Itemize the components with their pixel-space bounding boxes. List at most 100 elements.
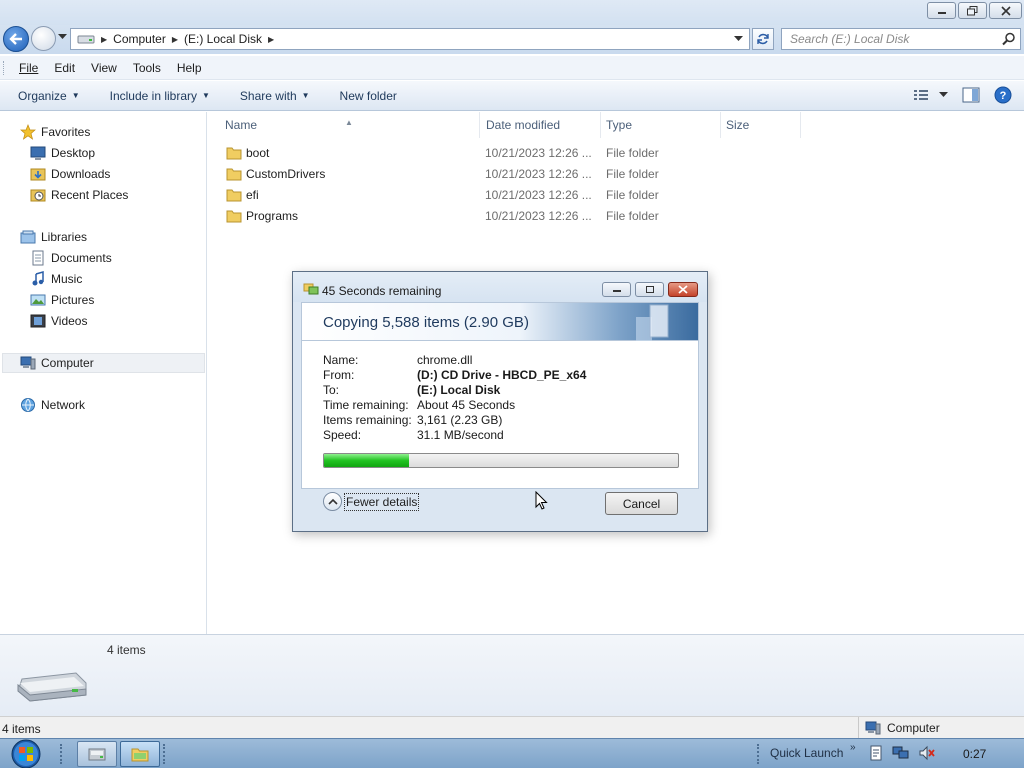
menu-edit[interactable]: Edit bbox=[43, 61, 80, 75]
fewer-details-button[interactable]: Fewer details bbox=[323, 492, 420, 511]
menu-file[interactable]: File bbox=[8, 61, 43, 75]
dialog-close-button[interactable] bbox=[668, 282, 698, 297]
file-row[interactable]: CustomDrivers 10/21/2023 12:26 ... File … bbox=[220, 164, 820, 185]
dialog-title: 45 Seconds remaining bbox=[322, 284, 442, 298]
menu-file-label: File bbox=[19, 60, 39, 75]
nav-music-label: Music bbox=[51, 272, 83, 286]
dialog-minimize-button[interactable] bbox=[602, 282, 631, 297]
forward-button[interactable] bbox=[31, 26, 56, 51]
network-icon bbox=[21, 398, 35, 412]
nav-pictures-label: Pictures bbox=[51, 293, 95, 307]
file-name: efi bbox=[246, 188, 259, 202]
chevron-up-icon bbox=[323, 492, 342, 511]
crumb-separator-icon[interactable]: ▶ bbox=[268, 35, 274, 44]
preview-pane-icon[interactable] bbox=[962, 87, 980, 103]
back-button[interactable] bbox=[3, 26, 29, 52]
folder-icon bbox=[226, 210, 242, 223]
document-tray-icon[interactable] bbox=[868, 745, 884, 761]
restore-button[interactable] bbox=[958, 2, 987, 19]
detail-to: To: (E:) Local Disk bbox=[323, 383, 500, 398]
music-icon bbox=[32, 271, 44, 286]
menu-tools[interactable]: Tools bbox=[122, 61, 166, 75]
column-name-label: Name bbox=[225, 118, 258, 132]
organize-button[interactable]: Organize ▼ bbox=[18, 89, 80, 103]
new-folder-button[interactable]: New folder bbox=[340, 89, 397, 103]
pictures-icon bbox=[30, 294, 46, 306]
nav-documents[interactable]: Documents bbox=[30, 249, 112, 267]
column-name[interactable]: Name ▲ bbox=[208, 112, 480, 138]
nav-videos[interactable]: Videos bbox=[30, 312, 87, 330]
share-with-button[interactable]: Share with ▼ bbox=[240, 89, 310, 103]
breadcrumb-computer[interactable]: Computer bbox=[113, 32, 166, 46]
help-icon[interactable]: ? bbox=[994, 86, 1012, 104]
file-row[interactable]: efi 10/21/2023 12:26 ... File folder bbox=[220, 185, 820, 206]
refresh-button[interactable] bbox=[752, 28, 774, 50]
change-view-button[interactable] bbox=[913, 88, 948, 102]
folder-icon bbox=[226, 147, 242, 160]
chevron-right-icon[interactable]: » bbox=[850, 742, 856, 753]
column-date-modified[interactable]: Date modified bbox=[481, 112, 601, 138]
file-date: 10/21/2023 12:26 ... bbox=[485, 167, 592, 181]
videos-icon bbox=[30, 314, 46, 328]
taskbar-app-button[interactable] bbox=[77, 741, 117, 767]
include-in-library-button[interactable]: Include in library ▼ bbox=[110, 89, 210, 103]
details-pane: 4 items bbox=[0, 634, 1024, 716]
nav-favorites-label: Favorites bbox=[41, 125, 91, 139]
disk-management-icon bbox=[88, 748, 106, 761]
volume-muted-icon[interactable] bbox=[918, 745, 936, 761]
close-button[interactable] bbox=[989, 2, 1022, 19]
nav-documents-label: Documents bbox=[51, 251, 112, 265]
nav-favorites[interactable]: Favorites bbox=[20, 123, 90, 141]
nav-downloads[interactable]: Downloads bbox=[30, 165, 110, 183]
explorer-folder-icon bbox=[131, 748, 149, 762]
dialog-titlebar[interactable]: 45 Seconds remaining bbox=[293, 272, 707, 302]
address-bar[interactable]: ▶ Computer ▶ (E:) Local Disk ▶ bbox=[70, 28, 750, 50]
system-tray bbox=[868, 745, 936, 761]
status-location-label: Computer bbox=[887, 721, 940, 735]
menu-help[interactable]: Help bbox=[166, 61, 207, 75]
quick-launch-toolbar[interactable]: Quick Launch bbox=[770, 746, 843, 760]
detail-value[interactable]: (D:) CD Drive - HBCD_PE_x64 bbox=[417, 368, 586, 382]
search-input[interactable]: Search (E:) Local Disk bbox=[781, 28, 1021, 50]
progress-fill bbox=[324, 454, 409, 467]
nav-network[interactable]: Network bbox=[20, 396, 85, 414]
column-type[interactable]: Type bbox=[601, 112, 721, 138]
nav-pictures[interactable]: Pictures bbox=[30, 291, 94, 309]
history-dropdown-icon[interactable] bbox=[58, 34, 67, 40]
file-row[interactable]: Programs 10/21/2023 12:26 ... File folde… bbox=[220, 206, 820, 227]
nav-libraries-label: Libraries bbox=[41, 230, 88, 244]
search-icon[interactable] bbox=[1002, 32, 1016, 46]
star-icon bbox=[20, 124, 36, 140]
cancel-button[interactable]: Cancel bbox=[605, 492, 678, 515]
menu-tools-label: Tools bbox=[132, 60, 161, 75]
nav-libraries[interactable]: Libraries bbox=[20, 228, 87, 246]
menu-grip bbox=[3, 61, 6, 75]
status-bar: 4 items Computer bbox=[0, 716, 1024, 739]
column-size[interactable]: Size bbox=[721, 112, 801, 138]
file-row[interactable]: boot 10/21/2023 12:26 ... File folder bbox=[220, 143, 820, 164]
nav-computer[interactable]: Computer bbox=[2, 353, 205, 373]
folder-icon bbox=[226, 168, 242, 181]
detail-value: 3,161 (2.23 GB) bbox=[417, 413, 503, 427]
dialog-maximize-button[interactable] bbox=[635, 282, 664, 297]
nav-recent-places[interactable]: Recent Places bbox=[30, 186, 128, 204]
network-tray-icon[interactable] bbox=[892, 745, 910, 761]
nav-music[interactable]: Music bbox=[30, 270, 82, 288]
detail-value[interactable]: (E:) Local Disk bbox=[417, 383, 500, 397]
organize-label: Organize bbox=[18, 88, 67, 103]
chevron-down-icon: ▼ bbox=[202, 91, 210, 100]
nav-recent-places-label: Recent Places bbox=[51, 188, 129, 202]
taskbar-explorer-button[interactable] bbox=[120, 741, 160, 767]
address-dropdown-icon[interactable] bbox=[734, 36, 743, 42]
file-type: File folder bbox=[606, 146, 659, 160]
copy-progress-bar bbox=[323, 453, 679, 468]
minimize-button[interactable] bbox=[927, 2, 956, 19]
taskbar-clock[interactable]: 0:27 bbox=[963, 747, 986, 761]
crumb-separator-icon[interactable]: ▶ bbox=[172, 35, 178, 44]
menu-view[interactable]: View bbox=[80, 61, 122, 75]
nav-desktop[interactable]: Desktop bbox=[30, 144, 95, 162]
chevron-down-icon: ▼ bbox=[301, 91, 310, 100]
crumb-separator-icon[interactable]: ▶ bbox=[101, 35, 107, 44]
breadcrumb-local-disk[interactable]: (E:) Local Disk bbox=[184, 32, 262, 46]
start-button-icon[interactable] bbox=[4, 739, 44, 768]
